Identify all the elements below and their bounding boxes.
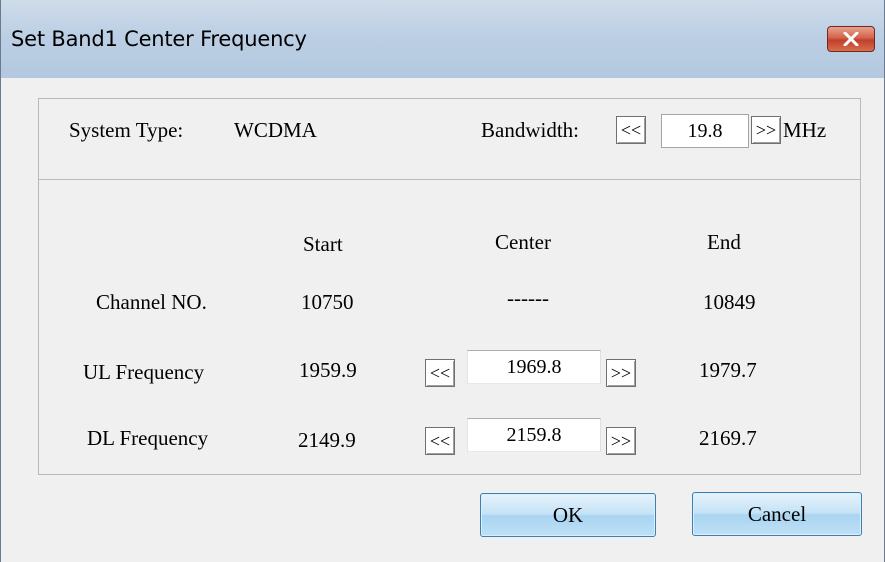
- dl-frequency-label: DL Frequency: [87, 426, 209, 450]
- bandwidth-unit: MHz: [783, 118, 827, 142]
- dl-center-increase-button[interactable]: >>: [606, 427, 636, 455]
- system-type-value: WCDMA: [234, 118, 317, 142]
- bandwidth-label: Bandwidth:: [481, 118, 579, 142]
- bandwidth-decrease-button[interactable]: <<: [616, 116, 646, 144]
- ul-center-decrease-button[interactable]: <<: [425, 359, 455, 387]
- dl-center-input[interactable]: 2159.8: [467, 418, 601, 452]
- ok-button[interactable]: OK: [480, 493, 656, 537]
- channel-center-value: ------: [507, 286, 549, 310]
- dialog-body: System Type: WCDMA Bandwidth: << 19.8 >>…: [1, 78, 884, 562]
- ul-end-value: 1979.7: [699, 358, 757, 382]
- cancel-button[interactable]: Cancel: [692, 492, 862, 536]
- channel-end-value: 10849: [703, 290, 756, 314]
- dl-start-value: 2149.9: [298, 428, 356, 452]
- ul-start-value: 1959.9: [299, 358, 357, 382]
- close-button[interactable]: [827, 26, 875, 52]
- column-header-end: End: [707, 230, 741, 254]
- ul-frequency-label: UL Frequency: [83, 360, 205, 384]
- channel-start-value: 10750: [301, 290, 354, 314]
- bandwidth-input[interactable]: 19.8: [661, 114, 749, 148]
- close-icon: [843, 32, 859, 46]
- window-title: Set Band1 Center Frequency: [11, 27, 307, 51]
- column-header-start: Start: [303, 232, 343, 256]
- dl-center-decrease-button[interactable]: <<: [425, 427, 455, 455]
- title-bar[interactable]: Set Band1 Center Frequency: [1, 0, 884, 78]
- dl-end-value: 2169.7: [699, 426, 757, 450]
- dialog-window: Set Band1 Center Frequency System Type: …: [0, 0, 885, 562]
- ul-center-increase-button[interactable]: >>: [606, 359, 636, 387]
- ul-center-input[interactable]: 1969.8: [467, 350, 601, 384]
- system-type-label: System Type:: [69, 118, 184, 142]
- bandwidth-increase-button[interactable]: >>: [751, 116, 781, 144]
- column-header-center: Center: [495, 230, 551, 254]
- channel-no-label: Channel NO.: [96, 290, 207, 314]
